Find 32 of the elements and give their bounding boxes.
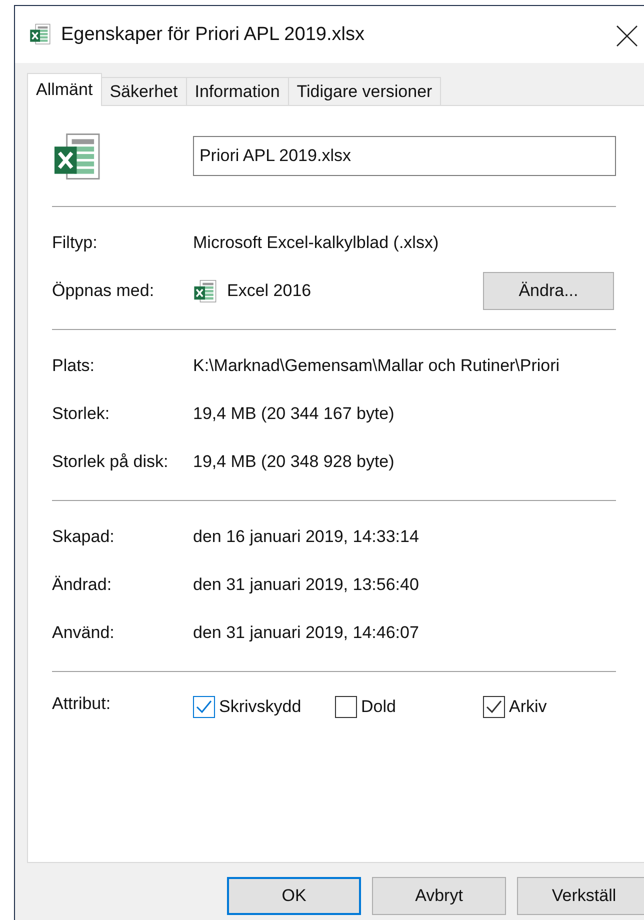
field-label: Öppnas med:	[52, 281, 156, 301]
field-label: Plats:	[52, 356, 96, 376]
tab[interactable]: Tidigare versioner	[288, 77, 442, 105]
window-title: Egenskaper för Priori APL 2019.xlsx	[61, 24, 364, 46]
checkbox[interactable]: Arkiv	[483, 696, 603, 718]
field-value: 19,4 MB (20 348 928 byte)	[193, 452, 394, 472]
field-value: den 31 januari 2019, 14:46:07	[193, 623, 419, 643]
field-value: K:\Marknad\Gemensam\Mallar och Rutiner\Priori	[193, 356, 560, 376]
dialog-button[interactable]: Verkställ	[517, 877, 644, 915]
excel-file-icon	[29, 22, 51, 47]
field-value: Microsoft Excel-kalkylblad (.xlsx)	[193, 233, 439, 253]
checkmark-icon	[196, 700, 212, 714]
field-value: den 16 januari 2019, 14:33:14	[193, 527, 419, 547]
field-label: Ändrad:	[52, 575, 113, 595]
excel-icon	[193, 278, 217, 304]
dialog-button[interactable]: OK	[227, 877, 361, 915]
field-label: Attribut:	[52, 694, 112, 714]
field-label: Filtyp:	[52, 233, 98, 253]
field-value: 19,4 MB (20 344 167 byte)	[193, 404, 394, 424]
field-label: Använd:	[52, 623, 116, 643]
checkmark-icon	[486, 700, 502, 714]
field-value: den 31 januari 2019, 13:56:40	[193, 575, 419, 595]
tab[interactable]: Allmänt	[27, 73, 102, 106]
checkbox[interactable]: Skrivskydd	[193, 696, 335, 718]
file-name-field[interactable]: Priori APL 2019.xlsx	[193, 136, 616, 176]
change-button[interactable]: Ändra...	[483, 272, 614, 310]
field-value: Excel 2016	[227, 281, 312, 301]
field-label: Storlek:	[52, 404, 111, 424]
checkbox[interactable]: Dold	[335, 696, 483, 718]
dialog-button[interactable]: Avbryt	[372, 877, 506, 915]
field-label: Skapad:	[52, 527, 116, 547]
field-label: Storlek på disk:	[52, 452, 170, 472]
